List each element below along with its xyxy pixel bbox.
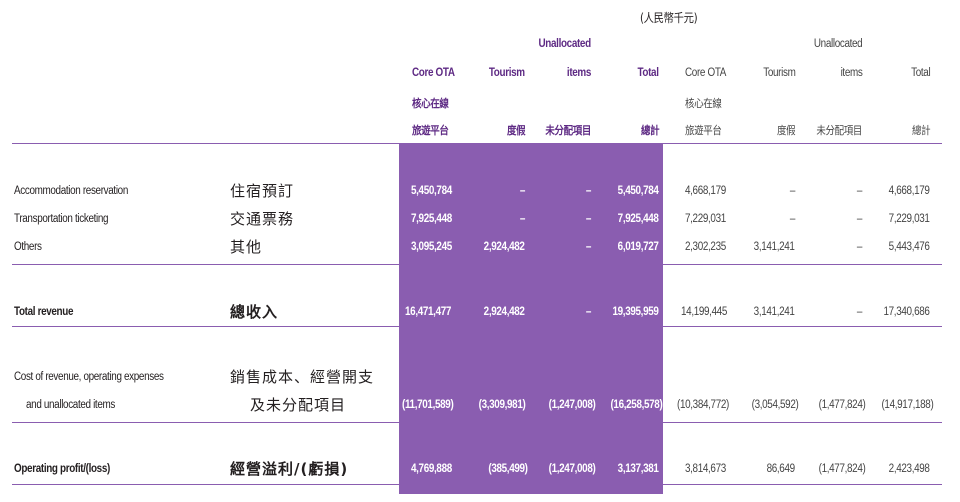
cell: 4,769,888 — [411, 463, 452, 475]
header-core-ota-zh-1: 核心在線 — [412, 97, 449, 110]
cell: 14,199,445 — [681, 306, 728, 318]
header-unallocated-2: Unallocated — [813, 38, 863, 50]
cell: 3,141,241 — [754, 241, 795, 253]
section-rule-1 — [12, 264, 942, 265]
header-tourism-zh-2: 度假 — [776, 124, 796, 137]
header-unallocated-1: Unallocated — [538, 38, 592, 50]
cell: – — [789, 185, 796, 197]
cell: 3,137,381 — [618, 463, 659, 475]
row-label-others-zh: 其他 — [230, 238, 263, 256]
cell: – — [585, 241, 592, 253]
cell: 7,925,448 — [618, 213, 659, 225]
cell: 5,450,784 — [618, 185, 659, 197]
cell: 3,141,241 — [754, 306, 795, 318]
row-label-cost-zh-line2: 及未分配項目 — [250, 396, 347, 414]
cell: – — [519, 185, 526, 197]
cell: 3,814,673 — [685, 463, 726, 475]
cell: 17,340,686 — [883, 306, 930, 318]
header-total-zh-2: 總計 — [911, 124, 931, 137]
header-total-2: Total — [910, 67, 931, 79]
cell: – — [856, 241, 863, 253]
cell: 4,668,179 — [685, 185, 726, 197]
row-label-accommodation-zh: 住宿預訂 — [230, 182, 295, 200]
header-total-1: Total — [637, 67, 660, 79]
cell: (3,309,981) — [478, 399, 525, 411]
cell: 19,395,959 — [612, 306, 659, 318]
cell: 7,229,031 — [889, 213, 930, 225]
cell: 4,668,179 — [889, 185, 930, 197]
cell: (10,384,772) — [677, 399, 729, 411]
cell: (1,247,008) — [548, 463, 595, 475]
cell: 16,471,477 — [405, 306, 452, 318]
section-rule-3 — [12, 422, 942, 423]
header-core-ota-zh-2: 核心在線 — [685, 97, 722, 110]
row-label-total-revenue-zh: 總收入 — [230, 303, 279, 321]
cell: – — [585, 306, 592, 318]
cell: – — [856, 306, 863, 318]
currency-note: (人民幣千元) — [640, 11, 698, 25]
header-items-2: items — [840, 67, 862, 79]
cell: 7,925,448 — [411, 213, 452, 225]
cell: (16,258,578) — [610, 399, 662, 411]
row-label-operating-profit-zh: 經營溢利/(虧損) — [230, 460, 349, 478]
cell: 2,924,482 — [484, 241, 525, 253]
row-label-cost-line1: Cost of revenue, operating expenses — [14, 371, 164, 383]
row-label-cost-line2: and unallocated items — [26, 399, 115, 411]
cell: 3,095,245 — [411, 241, 452, 253]
header-core-ota-2: Core OTA — [685, 67, 727, 79]
header-items-1: items — [566, 67, 591, 79]
cell: – — [585, 213, 592, 225]
cell: (1,477,824) — [818, 463, 865, 475]
header-tourism-1: Tourism — [489, 67, 525, 79]
header-platform-zh-2: 旅遊平台 — [685, 124, 722, 137]
header-core-ota-1: Core OTA — [412, 67, 455, 79]
cell: (3,054,592) — [751, 399, 798, 411]
cell: 5,443,476 — [889, 241, 930, 253]
row-label-accommodation: Accommodation reservation — [14, 185, 128, 197]
row-label-total-revenue: Total revenue — [14, 306, 74, 318]
header-unallocated-zh-1: 未分配項目 — [545, 124, 591, 137]
header-unallocated-zh-2: 未分配項目 — [816, 124, 862, 137]
cell: 7,229,031 — [685, 213, 726, 225]
cell: – — [856, 185, 863, 197]
cell: 6,019,727 — [618, 241, 659, 253]
row-label-transportation-zh: 交通票務 — [230, 210, 295, 228]
row-label-operating-profit: Operating profit/(loss) — [14, 463, 110, 475]
cell: 2,924,482 — [484, 306, 525, 318]
cell: 2,423,498 — [889, 463, 930, 475]
cell: 2,302,235 — [685, 241, 726, 253]
section-rule-4 — [12, 484, 942, 485]
row-label-cost-zh-line1: 銷售成本、經營開支 — [230, 368, 375, 386]
header-platform-zh-1: 旅遊平台 — [412, 124, 449, 137]
cell: – — [519, 213, 526, 225]
row-label-others: Others — [14, 241, 42, 253]
cell: (14,917,188) — [881, 399, 933, 411]
cell: 5,450,784 — [411, 185, 452, 197]
cell: – — [789, 213, 796, 225]
section-rule-2 — [12, 326, 942, 327]
cell: – — [585, 185, 592, 197]
cell: – — [856, 213, 863, 225]
cell: (11,701,589) — [402, 399, 454, 411]
row-label-transportation: Transportation ticketing — [14, 213, 109, 225]
cell: (1,247,008) — [548, 399, 595, 411]
cell: (385,499) — [488, 463, 529, 475]
header-tourism-2: Tourism — [762, 67, 796, 79]
cell: (1,477,824) — [818, 399, 865, 411]
cell: 86,649 — [766, 463, 796, 475]
header-total-zh-1: 總計 — [640, 124, 660, 137]
header-tourism-zh-1: 度假 — [506, 124, 526, 137]
header-rule — [12, 143, 942, 144]
